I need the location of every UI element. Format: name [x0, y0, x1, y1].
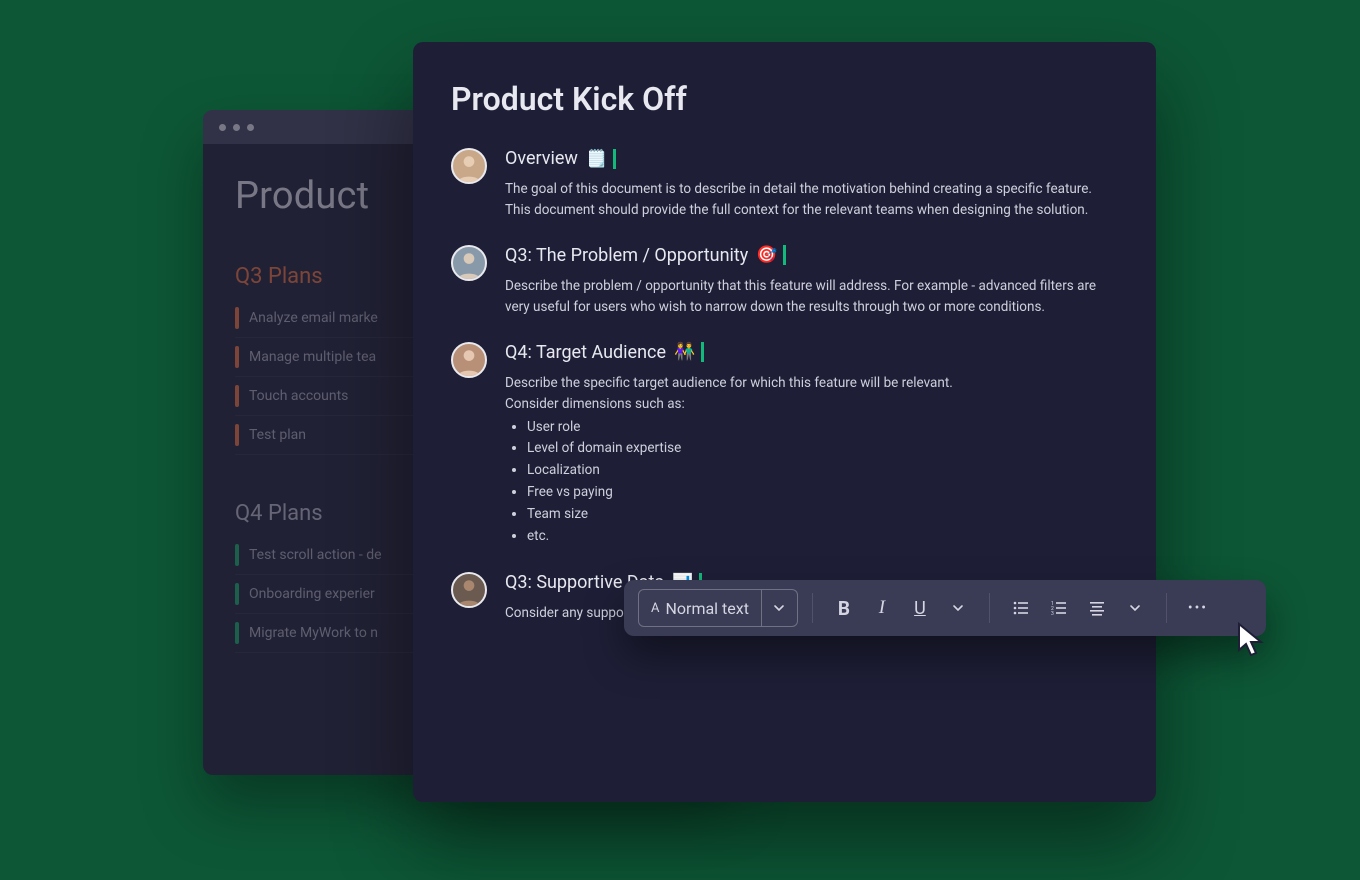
text-cursor-icon — [783, 245, 786, 265]
numbered-list-icon: 1 2 3 — [1050, 599, 1068, 617]
chevron-down-icon — [952, 602, 964, 614]
font-style-group: B I U — [827, 591, 975, 625]
section-body[interactable]: Describe the specific target audience fo… — [505, 373, 1118, 547]
doc-section-audience: Q4: Target Audience 👫 Describe the speci… — [451, 342, 1118, 548]
align-icon — [1088, 599, 1106, 617]
notepad-icon: 🗒️ — [586, 149, 607, 169]
section-heading[interactable]: Overview 🗒️ — [505, 148, 1118, 169]
numbered-list-button[interactable]: 1 2 3 — [1042, 591, 1076, 625]
list-item: Team size — [527, 504, 1118, 525]
text-cursor-icon — [613, 149, 616, 169]
avatar — [451, 148, 487, 184]
text-style-icon: A — [651, 601, 659, 616]
align-button[interactable] — [1080, 591, 1114, 625]
doc-section-problem: Q3: The Problem / Opportunity 🎯 Describe… — [451, 245, 1118, 318]
bullet-list: User role Level of domain expertise Loca… — [505, 417, 1118, 548]
bold-button[interactable]: B — [827, 591, 861, 625]
underline-button[interactable]: U — [903, 591, 937, 625]
foreground-document: Product Kick Off Overview 🗒️ The goal of… — [413, 42, 1156, 802]
toolbar-divider — [989, 593, 990, 623]
toolbar-divider — [812, 593, 813, 623]
svg-text:3: 3 — [1051, 611, 1054, 617]
traffic-light-icon[interactable] — [219, 124, 226, 131]
doc-section-overview: Overview 🗒️ The goal of this document is… — [451, 148, 1118, 221]
list-item: User role — [527, 417, 1118, 438]
list-align-group: 1 2 3 — [1004, 591, 1152, 625]
list-align-more-button[interactable] — [1118, 591, 1152, 625]
bullet-list-icon — [1012, 599, 1030, 617]
list-item: Free vs paying — [527, 482, 1118, 503]
avatar — [451, 342, 487, 378]
people-icon: 👫 — [674, 342, 695, 362]
chevron-down-icon — [773, 602, 785, 614]
traffic-light-icon[interactable] — [247, 124, 254, 131]
section-heading-text: Q3: The Problem / Opportunity — [505, 245, 748, 266]
traffic-light-icon[interactable] — [233, 124, 240, 131]
more-options-button[interactable]: ••• — [1181, 591, 1215, 625]
document-title[interactable]: Product Kick Off — [451, 80, 1118, 118]
font-style-more-button[interactable] — [941, 591, 975, 625]
window-controls — [219, 124, 254, 131]
text-style-dropdown[interactable] — [761, 590, 797, 626]
toolbar-divider — [1166, 593, 1167, 623]
section-body[interactable]: Describe the problem / opportunity that … — [505, 276, 1118, 318]
list-item: Localization — [527, 460, 1118, 481]
list-item: Level of domain expertise — [527, 438, 1118, 459]
section-body-intro: Describe the specific target audience fo… — [505, 373, 1118, 394]
italic-button[interactable]: I — [865, 591, 899, 625]
section-heading-text: Overview — [505, 148, 578, 169]
section-heading-text: Q4: Target Audience — [505, 342, 666, 363]
avatar — [451, 245, 487, 281]
text-cursor-icon — [701, 342, 704, 362]
text-style-label: Normal text — [665, 599, 748, 618]
text-formatting-toolbar: A Normal text B I U 1 2 3 — [624, 580, 1266, 636]
chevron-down-icon — [1129, 602, 1141, 614]
text-style-button[interactable]: A Normal text — [639, 599, 761, 618]
bullet-list-button[interactable] — [1004, 591, 1038, 625]
text-style-selector[interactable]: A Normal text — [638, 589, 798, 627]
target-icon: 🎯 — [756, 245, 777, 265]
section-heading[interactable]: Q3: The Problem / Opportunity 🎯 — [505, 245, 1118, 266]
section-body-consider: Consider dimensions such as: — [505, 394, 1118, 415]
section-body[interactable]: The goal of this document is to describe… — [505, 179, 1118, 221]
list-item: etc. — [527, 526, 1118, 547]
section-heading[interactable]: Q4: Target Audience 👫 — [505, 342, 1118, 363]
avatar — [451, 572, 487, 608]
